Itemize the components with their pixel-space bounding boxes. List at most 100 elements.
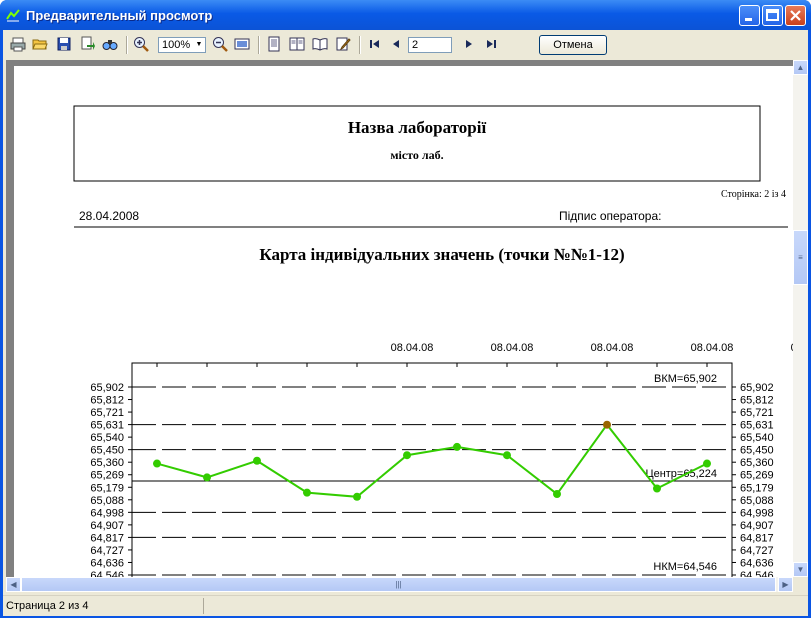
- separator: [126, 36, 128, 54]
- y-tick-label-right: 64,727: [740, 545, 774, 557]
- y-tick-label-left: 65,179: [90, 482, 124, 494]
- zoom-value: 100%: [162, 39, 191, 51]
- y-tick-label-left: 65,631: [90, 420, 124, 432]
- page-info: Сторінка: 2 із 4: [721, 189, 786, 200]
- horizontal-scroll-thumb[interactable]: |||: [21, 577, 776, 592]
- minimize-icon: [745, 18, 752, 21]
- open-icon[interactable]: [32, 36, 48, 52]
- status-separator: [203, 598, 204, 614]
- next-page-icon[interactable]: [461, 36, 477, 52]
- data-point: [153, 459, 161, 468]
- data-point: [453, 442, 461, 451]
- data-point: [203, 473, 211, 482]
- y-tick-label-right: 65,179: [740, 482, 774, 494]
- data-point: [253, 456, 261, 465]
- page-number-input[interactable]: 2: [408, 37, 452, 53]
- y-tick-label-right: 64,907: [740, 520, 774, 532]
- y-tick-label-left: 65,540: [90, 432, 124, 444]
- y-tick-label-right: 65,360: [740, 457, 774, 469]
- y-tick-label-right: 64,636: [740, 557, 774, 569]
- status-text: Страница 2 из 4: [6, 600, 89, 612]
- y-tick-label-right: 65,450: [740, 445, 774, 457]
- maximize-button[interactable]: [762, 5, 783, 26]
- zoom-select[interactable]: 100% ▼: [158, 37, 206, 53]
- toolbar: 100% ▼ 2 Отмена: [3, 30, 808, 60]
- data-point: [303, 488, 311, 497]
- center-label: Центр=65,224: [645, 468, 717, 480]
- y-tick-label-left: 65,269: [90, 470, 124, 482]
- page-number-value: 2: [412, 39, 419, 51]
- save-icon[interactable]: [56, 36, 72, 52]
- print-icon[interactable]: [10, 36, 26, 52]
- lab-name: Назва лабораторії: [348, 118, 487, 137]
- scroll-down-button[interactable]: ▼: [793, 562, 808, 577]
- data-point: [553, 490, 561, 499]
- prev-page-icon[interactable]: [388, 36, 404, 52]
- find-icon[interactable]: [102, 36, 118, 52]
- upper-control-label: ВКМ=65,902: [654, 373, 717, 385]
- client-area: 100% ▼ 2 Отмена Назва лабораторії місто л…: [3, 30, 808, 616]
- scrollbar-corner: [793, 577, 808, 592]
- y-tick-label-left: 65,360: [90, 457, 124, 469]
- separator: [258, 36, 260, 54]
- data-point: [503, 451, 511, 460]
- scroll-right-button[interactable]: ▶: [778, 577, 793, 592]
- y-tick-label-right: 65,812: [740, 395, 774, 407]
- window-title: Предварительный просмотр: [26, 8, 213, 23]
- series-line: [156, 423, 708, 498]
- one-page-icon[interactable]: [266, 36, 282, 52]
- y-tick-label-left: 64,817: [90, 532, 124, 544]
- maximize-icon: [766, 9, 779, 21]
- scroll-left-button[interactable]: ◀: [6, 577, 21, 592]
- edit-icon[interactable]: [335, 36, 351, 52]
- export-icon[interactable]: [79, 36, 95, 52]
- lower-control-label: НКМ=64,546: [653, 561, 717, 573]
- control-chart: 08.04.0808.04.0808.04.0808.04.0808.04.08…: [90, 342, 793, 577]
- x-tick-label: 08.04.08: [491, 342, 534, 354]
- last-page-icon[interactable]: [483, 36, 499, 52]
- close-icon: [790, 10, 801, 21]
- book-icon[interactable]: [312, 36, 328, 52]
- page-width-icon[interactable]: [234, 36, 250, 52]
- y-tick-label-left: 64,907: [90, 520, 124, 532]
- x-tick-label: 08.04.08: [591, 342, 634, 354]
- report-date: 28.04.2008: [79, 209, 139, 223]
- title-bar[interactable]: Предварительный просмотр: [0, 0, 811, 30]
- data-point: [653, 484, 661, 493]
- preview-viewport[interactable]: Назва лабораторії місто лаб. Сторінка: 2…: [6, 60, 793, 577]
- y-tick-label-left: 65,721: [90, 407, 124, 419]
- vertical-scrollbar[interactable]: ▲ ≡ ▼: [793, 60, 808, 577]
- app-icon: [6, 9, 20, 22]
- y-tick-label-left: 65,812: [90, 395, 124, 407]
- zoom-out-icon[interactable]: [212, 36, 228, 52]
- vertical-scroll-thumb[interactable]: ≡: [793, 230, 808, 285]
- close-button[interactable]: [785, 5, 806, 26]
- two-pages-icon[interactable]: [289, 36, 305, 52]
- y-tick-label-right: 65,540: [740, 432, 774, 444]
- scroll-up-button[interactable]: ▲: [793, 60, 808, 75]
- horizontal-scrollbar[interactable]: ◀ ||| ▶: [6, 577, 793, 592]
- zoom-in-icon[interactable]: [133, 36, 149, 52]
- y-tick-label-right: 65,631: [740, 420, 774, 432]
- y-tick-label-left: 65,088: [90, 495, 124, 507]
- report-canvas: Назва лабораторії місто лаб. Сторінка: 2…: [73, 105, 793, 577]
- y-tick-label-right: 65,721: [740, 407, 774, 419]
- first-page-icon[interactable]: [367, 36, 383, 52]
- report-page: Назва лабораторії місто лаб. Сторінка: 2…: [14, 66, 793, 577]
- minimize-button[interactable]: [739, 5, 760, 26]
- operator-signature: Підпис оператора:: [559, 209, 661, 223]
- y-tick-label-left: 64,546: [90, 570, 124, 577]
- chart-title: Карта індивідуальних значень (точки №№1-…: [259, 245, 624, 264]
- y-tick-label-left: 64,727: [90, 545, 124, 557]
- cancel-button[interactable]: Отмена: [539, 35, 607, 55]
- data-point: [603, 420, 611, 429]
- y-tick-label-right: 64,817: [740, 532, 774, 544]
- y-tick-label-left: 65,450: [90, 445, 124, 457]
- y-tick-label-right: 65,902: [740, 382, 774, 394]
- x-tick-label: 08.04.08: [691, 342, 734, 354]
- chevron-down-icon: ▼: [195, 41, 203, 48]
- y-tick-label-right: 65,088: [740, 495, 774, 507]
- x-tick-label: 08.04.08: [391, 342, 434, 354]
- window: Предварительный просмотр 100% ▼ 2 Отмена…: [0, 0, 811, 618]
- y-tick-label-right: 64,998: [740, 507, 774, 519]
